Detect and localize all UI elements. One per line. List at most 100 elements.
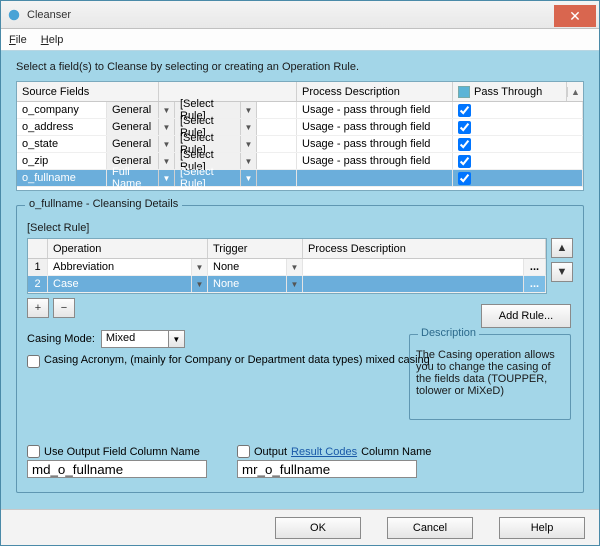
- group-title: o_fullname - Cleansing Details: [25, 198, 182, 210]
- operation-table: Operation Trigger Process Description 1A…: [27, 238, 547, 294]
- casing-mode-label: Casing Mode:: [27, 333, 95, 345]
- cleansing-details-group: o_fullname - Cleansing Details [Select R…: [16, 205, 584, 493]
- field-name: o_fullname: [17, 170, 107, 186]
- casing-mode-combo[interactable]: Mixed ▼: [101, 330, 185, 348]
- chevron-down-icon: ▼: [291, 280, 299, 289]
- grid-header: Source Fields Process Description Pass T…: [17, 82, 583, 102]
- field-type: General: [107, 136, 159, 152]
- pass-through-checkbox[interactable]: [458, 172, 471, 185]
- chevron-down-icon: ▼: [163, 174, 171, 183]
- use-output-checkbox[interactable]: [27, 445, 40, 458]
- move-down-button[interactable]: ▼: [551, 262, 573, 282]
- header-source-fields[interactable]: Source Fields: [17, 82, 159, 101]
- operation-dropdown[interactable]: ▼: [192, 259, 208, 275]
- pass-through-checkbox[interactable]: [458, 121, 471, 134]
- field-pass-through: [453, 136, 583, 152]
- menu-file[interactable]: File: [9, 34, 27, 46]
- result-codes-input[interactable]: [237, 460, 417, 478]
- field-process-desc: Usage - pass through field: [297, 102, 453, 118]
- field-type-dropdown[interactable]: ▼: [159, 119, 175, 135]
- header-pass-through-label: Pass Through: [474, 86, 542, 98]
- title-bar: Cleanser ✕: [1, 1, 599, 29]
- use-output-input[interactable]: [27, 460, 207, 478]
- casing-acronym-checkbox[interactable]: [27, 355, 40, 368]
- source-row[interactable]: o_addressGeneral▼[Select Rule]▼Usage - p…: [17, 119, 583, 136]
- field-rule-dropdown[interactable]: ▼: [241, 153, 257, 169]
- dialog-footer: OK Cancel Help: [1, 509, 599, 545]
- chevron-down-icon: ▼: [163, 157, 171, 166]
- chevron-down-icon: ▼: [163, 123, 171, 132]
- select-rule-label: [Select Rule]: [27, 222, 573, 234]
- field-pass-through: [453, 119, 583, 135]
- field-rule-dropdown[interactable]: ▼: [241, 102, 257, 118]
- pass-through-checkbox[interactable]: [458, 138, 471, 151]
- result-codes-checkbox[interactable]: [237, 445, 250, 458]
- operation-row[interactable]: 1Abbreviation▼None▼...: [28, 259, 546, 276]
- pass-through-header-checkbox[interactable]: [458, 86, 470, 98]
- chevron-down-icon: ▼: [291, 263, 299, 272]
- field-rule-dropdown[interactable]: ▼: [241, 119, 257, 135]
- field-type-dropdown[interactable]: ▼: [159, 102, 175, 118]
- source-row[interactable]: o_zipGeneral▼[Select Rule]▼Usage - pass …: [17, 153, 583, 170]
- chevron-down-icon: ▼: [163, 140, 171, 149]
- content-area: Select a field(s) to Cleanse by selectin…: [1, 51, 599, 545]
- chevron-down-icon: ▼: [245, 174, 253, 183]
- help-button[interactable]: Help: [499, 517, 585, 539]
- menu-bar: File Help: [1, 29, 599, 51]
- row-index: 2: [28, 276, 48, 292]
- header-trigger[interactable]: Trigger: [208, 239, 303, 258]
- casing-mode-dropdown[interactable]: ▼: [169, 330, 185, 348]
- source-row[interactable]: o_fullnameFull Name ▼ [Select Rule] ▼: [17, 170, 583, 187]
- app-icon: [7, 8, 21, 22]
- header-operation[interactable]: Operation: [48, 239, 208, 258]
- output-row: Use Output Field Column Name Output Resu…: [27, 445, 571, 478]
- pass-through-checkbox[interactable]: [458, 104, 471, 117]
- window-title: Cleanser: [27, 9, 554, 21]
- trigger-value: None: [208, 276, 287, 292]
- operation-header: Operation Trigger Process Description: [28, 239, 546, 259]
- source-row[interactable]: o_companyGeneral▼[Select Rule]▼Usage - p…: [17, 102, 583, 119]
- field-rule: [Select Rule]: [175, 170, 241, 186]
- field-type-dropdown[interactable]: ▼: [159, 153, 175, 169]
- chevron-down-icon: ▼: [196, 263, 204, 272]
- close-button[interactable]: ✕: [554, 5, 596, 27]
- move-up-button[interactable]: ▲: [551, 238, 573, 258]
- field-rule-dropdown[interactable]: ▼: [241, 170, 257, 186]
- field-type-dropdown[interactable]: ▼: [159, 136, 175, 152]
- field-rule-dropdown[interactable]: ▼: [241, 136, 257, 152]
- source-row[interactable]: o_stateGeneral▼[Select Rule]▼Usage - pas…: [17, 136, 583, 153]
- trigger-dropdown[interactable]: ▼: [287, 259, 303, 275]
- ok-button[interactable]: OK: [275, 517, 361, 539]
- field-type: General: [107, 102, 159, 118]
- add-rule-button[interactable]: Add Rule...: [481, 304, 571, 328]
- header-process-desc[interactable]: Process Description: [303, 239, 546, 258]
- result-codes-link[interactable]: Result Codes: [291, 446, 357, 458]
- header-pass-through[interactable]: Pass Through: [453, 82, 567, 101]
- pass-through-checkbox[interactable]: [458, 155, 471, 168]
- casing-acronym-label: Casing Acronym, (mainly for Company or D…: [44, 354, 430, 366]
- row-index: 1: [28, 259, 48, 275]
- remove-row-button[interactable]: −: [53, 298, 75, 318]
- scroll-up-icon[interactable]: ▲: [567, 87, 583, 97]
- add-row-button[interactable]: +: [27, 298, 49, 318]
- operation-row[interactable]: 2Case▼None▼...: [28, 276, 546, 293]
- plus-icon: +: [35, 302, 41, 314]
- field-name: o_company: [17, 102, 107, 118]
- menu-help[interactable]: Help: [41, 34, 64, 46]
- field-type-dropdown[interactable]: ▼: [159, 170, 175, 186]
- field-type: Full Name: [107, 170, 159, 186]
- chevron-down-icon: ▼: [245, 157, 253, 166]
- trigger-dropdown[interactable]: ▼: [287, 276, 303, 292]
- row-more-button[interactable]: ...: [524, 259, 546, 275]
- casing-mode-value: Mixed: [101, 330, 169, 348]
- operation-dropdown[interactable]: ▼: [192, 276, 208, 292]
- chevron-down-icon: ▼: [245, 106, 253, 115]
- operation-value: Case: [48, 276, 192, 292]
- cancel-button[interactable]: Cancel: [387, 517, 473, 539]
- header-process-description[interactable]: Process Description: [297, 82, 453, 101]
- result-label-suffix: Column Name: [361, 446, 431, 458]
- field-process-desc: Usage - pass through field: [297, 136, 453, 152]
- reorder-buttons: ▲ ▼: [551, 238, 573, 282]
- row-more-button[interactable]: ...: [524, 276, 546, 292]
- field-name: o_address: [17, 119, 107, 135]
